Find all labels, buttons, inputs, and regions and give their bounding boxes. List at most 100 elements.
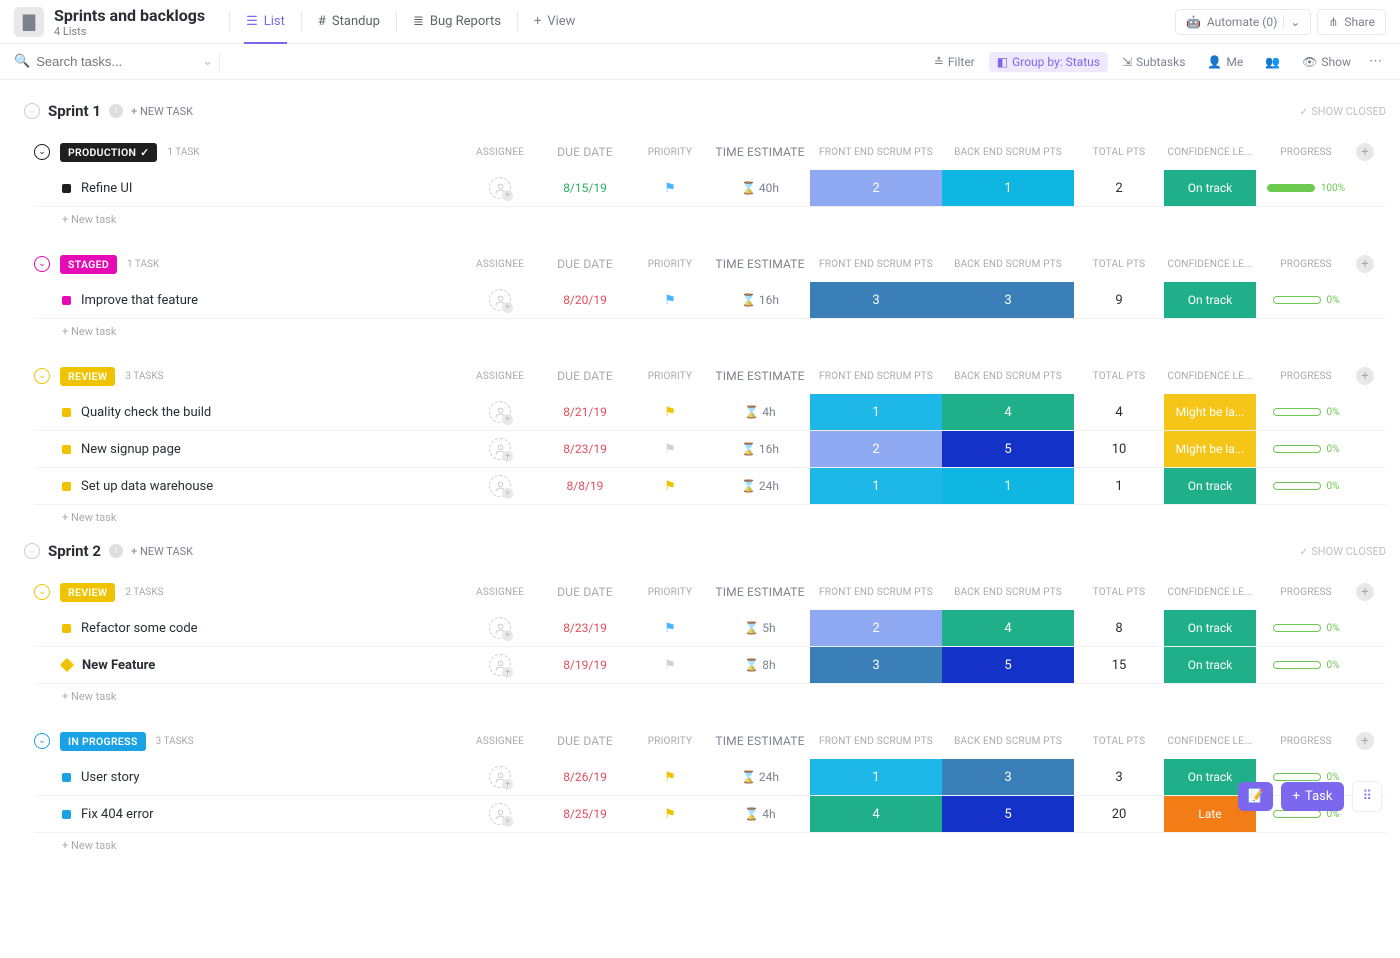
back-end-points[interactable]: 5 <box>942 796 1074 832</box>
add-column-button[interactable]: + <box>1356 583 1374 601</box>
collapse-toggle[interactable]: ⌄ <box>34 584 50 600</box>
priority-flag-icon[interactable]: ⚑ <box>664 293 676 308</box>
assignee-add-icon[interactable] <box>489 438 511 460</box>
time-estimate[interactable]: ⌛16h <box>710 293 810 307</box>
back-end-points[interactable]: 1 <box>942 468 1074 504</box>
view-tab-list[interactable]: ☰ List <box>234 0 297 44</box>
due-date[interactable]: 8/21/19 <box>540 405 630 419</box>
show-closed-link[interactable]: ✓ SHOW CLOSED <box>1299 105 1386 118</box>
front-end-points[interactable]: 2 <box>810 170 942 206</box>
show-button[interactable]: 👁Show <box>1294 52 1359 72</box>
task-row[interactable]: Fix 404 error 8/25/19 ⚑ ⌛4h 4 5 20 Late … <box>34 796 1386 833</box>
due-date[interactable]: 8/20/19 <box>540 293 630 307</box>
collapse-toggle[interactable]: ⌄ <box>34 368 50 384</box>
notepad-fab[interactable]: 📝 <box>1238 782 1272 811</box>
group-by-button[interactable]: ◧Group by: Status <box>989 52 1108 72</box>
automate-button[interactable]: 🤖 Automate (0) ⌄ <box>1175 9 1311 35</box>
priority-flag-icon[interactable]: ⚑ <box>664 658 676 673</box>
assignee-add-icon[interactable] <box>489 617 511 639</box>
share-button[interactable]: ⋔ Share <box>1317 9 1386 35</box>
task-row[interactable]: User story 8/26/19 ⚑ ⌛24h 1 3 3 On track… <box>34 759 1386 796</box>
due-date[interactable]: 8/25/19 <box>540 807 630 821</box>
front-end-points[interactable]: 1 <box>810 394 942 430</box>
apps-fab[interactable]: ⠿ <box>1352 781 1382 812</box>
collapse-toggle[interactable]: ⌄ <box>34 256 50 272</box>
task-row[interactable]: Set up data warehouse 8/8/19 ⚑ ⌛24h 1 1 … <box>34 468 1386 505</box>
progress-cell[interactable]: 0% <box>1256 660 1356 671</box>
progress-cell[interactable]: 0% <box>1256 481 1356 492</box>
search-input[interactable] <box>36 54 196 69</box>
time-estimate[interactable]: ⌛5h <box>710 621 810 635</box>
back-end-points[interactable]: 5 <box>942 647 1074 683</box>
new-task-link[interactable]: + NEW TASK <box>131 105 193 118</box>
time-estimate[interactable]: ⌛40h <box>710 181 810 195</box>
due-date[interactable]: 8/26/19 <box>540 770 630 784</box>
front-end-points[interactable]: 4 <box>810 796 942 832</box>
confidence-level[interactable]: On track <box>1164 468 1256 504</box>
assignee-add-icon[interactable] <box>489 766 511 788</box>
assignee-add-icon[interactable] <box>489 177 511 199</box>
collapse-toggle[interactable]: ⌄ <box>34 144 50 160</box>
collapse-toggle[interactable]: ⌄ <box>24 103 40 119</box>
back-end-points[interactable]: 4 <box>942 610 1074 646</box>
search-wrap[interactable]: 🔍 ⌄ <box>14 54 213 69</box>
priority-flag-icon[interactable]: ⚑ <box>664 181 676 196</box>
front-end-points[interactable]: 2 <box>810 431 942 467</box>
confidence-level[interactable]: On track <box>1164 647 1256 683</box>
confidence-level[interactable]: Might be la... <box>1164 394 1256 430</box>
due-date[interactable]: 8/23/19 <box>540 442 630 456</box>
front-end-points[interactable]: 1 <box>810 468 942 504</box>
status-badge[interactable]: PRODUCTION ✓ <box>60 143 157 162</box>
assignee-add-icon[interactable] <box>489 401 511 423</box>
subtasks-button[interactable]: ⇲Subtasks <box>1114 52 1193 72</box>
front-end-points[interactable]: 3 <box>810 647 942 683</box>
confidence-level[interactable]: Might be la... <box>1164 431 1256 467</box>
task-row[interactable]: Refine UI 8/15/19 ⚑ ⌛40h 2 1 2 On track … <box>34 170 1386 207</box>
priority-flag-icon[interactable]: ⚑ <box>664 479 676 494</box>
filter-button[interactable]: ≛Filter <box>926 52 983 72</box>
priority-flag-icon[interactable]: ⚑ <box>664 621 676 636</box>
priority-flag-icon[interactable]: ⚑ <box>664 442 676 457</box>
back-end-points[interactable]: 3 <box>942 759 1074 795</box>
me-button[interactable]: 👤Me <box>1199 52 1251 72</box>
info-icon[interactable]: i <box>109 104 123 118</box>
chevron-down-icon[interactable]: ⌄ <box>202 54 213 69</box>
new-task-link[interactable]: + New task <box>34 207 1386 232</box>
front-end-points[interactable]: 2 <box>810 610 942 646</box>
assignee-add-icon[interactable] <box>489 654 511 676</box>
progress-cell[interactable]: 100% <box>1256 183 1356 194</box>
time-estimate[interactable]: ⌛24h <box>710 770 810 784</box>
add-view-button[interactable]: + View <box>522 0 588 44</box>
collapse-toggle[interactable]: ⌄ <box>24 543 40 559</box>
confidence-level[interactable]: On track <box>1164 282 1256 318</box>
priority-flag-icon[interactable]: ⚑ <box>664 807 676 822</box>
due-date[interactable]: 8/19/19 <box>540 658 630 672</box>
status-badge[interactable]: STAGED <box>60 255 117 274</box>
due-date[interactable]: 8/23/19 <box>540 621 630 635</box>
due-date[interactable]: 8/15/19 <box>540 181 630 195</box>
time-estimate[interactable]: ⌛8h <box>710 658 810 672</box>
view-tab-standup[interactable]: # Standup <box>306 0 392 44</box>
time-estimate[interactable]: ⌛16h <box>710 442 810 456</box>
status-badge[interactable]: REVIEW <box>60 367 115 386</box>
assignee-add-icon[interactable] <box>489 803 511 825</box>
add-column-button[interactable]: + <box>1356 732 1374 750</box>
task-row[interactable]: New signup page 8/23/19 ⚑ ⌛16h 2 5 10 Mi… <box>34 431 1386 468</box>
task-row[interactable]: New Feature 8/19/19 ⚑ ⌛8h 3 5 15 On trac… <box>34 647 1386 684</box>
add-column-button[interactable]: + <box>1356 255 1374 273</box>
new-task-link[interactable]: + New task <box>34 833 1386 858</box>
priority-flag-icon[interactable]: ⚑ <box>664 770 676 785</box>
status-badge[interactable]: IN PROGRESS <box>60 732 146 751</box>
info-icon[interactable]: i <box>109 544 123 558</box>
assignees-button[interactable]: 👥 <box>1257 52 1288 72</box>
priority-flag-icon[interactable]: ⚑ <box>664 405 676 420</box>
back-end-points[interactable]: 1 <box>942 170 1074 206</box>
add-column-button[interactable]: + <box>1356 367 1374 385</box>
confidence-level[interactable]: On track <box>1164 170 1256 206</box>
new-task-fab[interactable]: +Task <box>1281 782 1345 811</box>
collapse-toggle[interactable]: ⌄ <box>34 733 50 749</box>
task-row[interactable]: Quality check the build 8/21/19 ⚑ ⌛4h 1 … <box>34 394 1386 431</box>
due-date[interactable]: 8/8/19 <box>540 479 630 493</box>
task-row[interactable]: Improve that feature 8/20/19 ⚑ ⌛16h 3 3 … <box>34 282 1386 319</box>
assignee-add-icon[interactable] <box>489 289 511 311</box>
